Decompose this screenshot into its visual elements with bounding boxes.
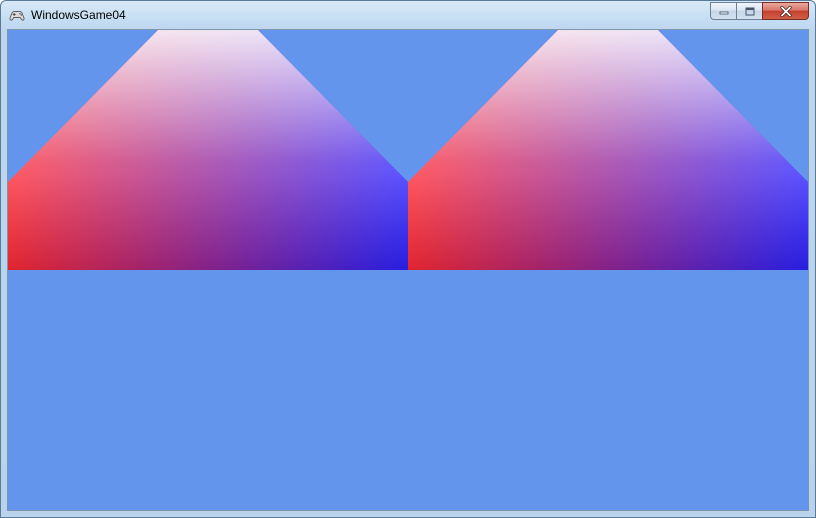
gradient-shape-left bbox=[8, 30, 408, 270]
close-button[interactable] bbox=[762, 2, 809, 20]
minimize-icon bbox=[719, 11, 728, 15]
maximize-icon bbox=[745, 7, 754, 15]
close-icon bbox=[779, 5, 792, 17]
gamepad-icon bbox=[9, 10, 25, 21]
title-bar[interactable]: WindowsGame04 bbox=[1, 1, 815, 29]
game-viewport[interactable] bbox=[8, 30, 808, 510]
game-render bbox=[8, 30, 808, 270]
minimize-button[interactable] bbox=[710, 2, 736, 20]
gradient-shape-right bbox=[408, 30, 808, 270]
maximize-button[interactable] bbox=[736, 2, 762, 20]
caption-buttons bbox=[710, 2, 809, 21]
window-title: WindowsGame04 bbox=[31, 8, 126, 22]
game-window: WindowsGame04 bbox=[0, 0, 816, 518]
